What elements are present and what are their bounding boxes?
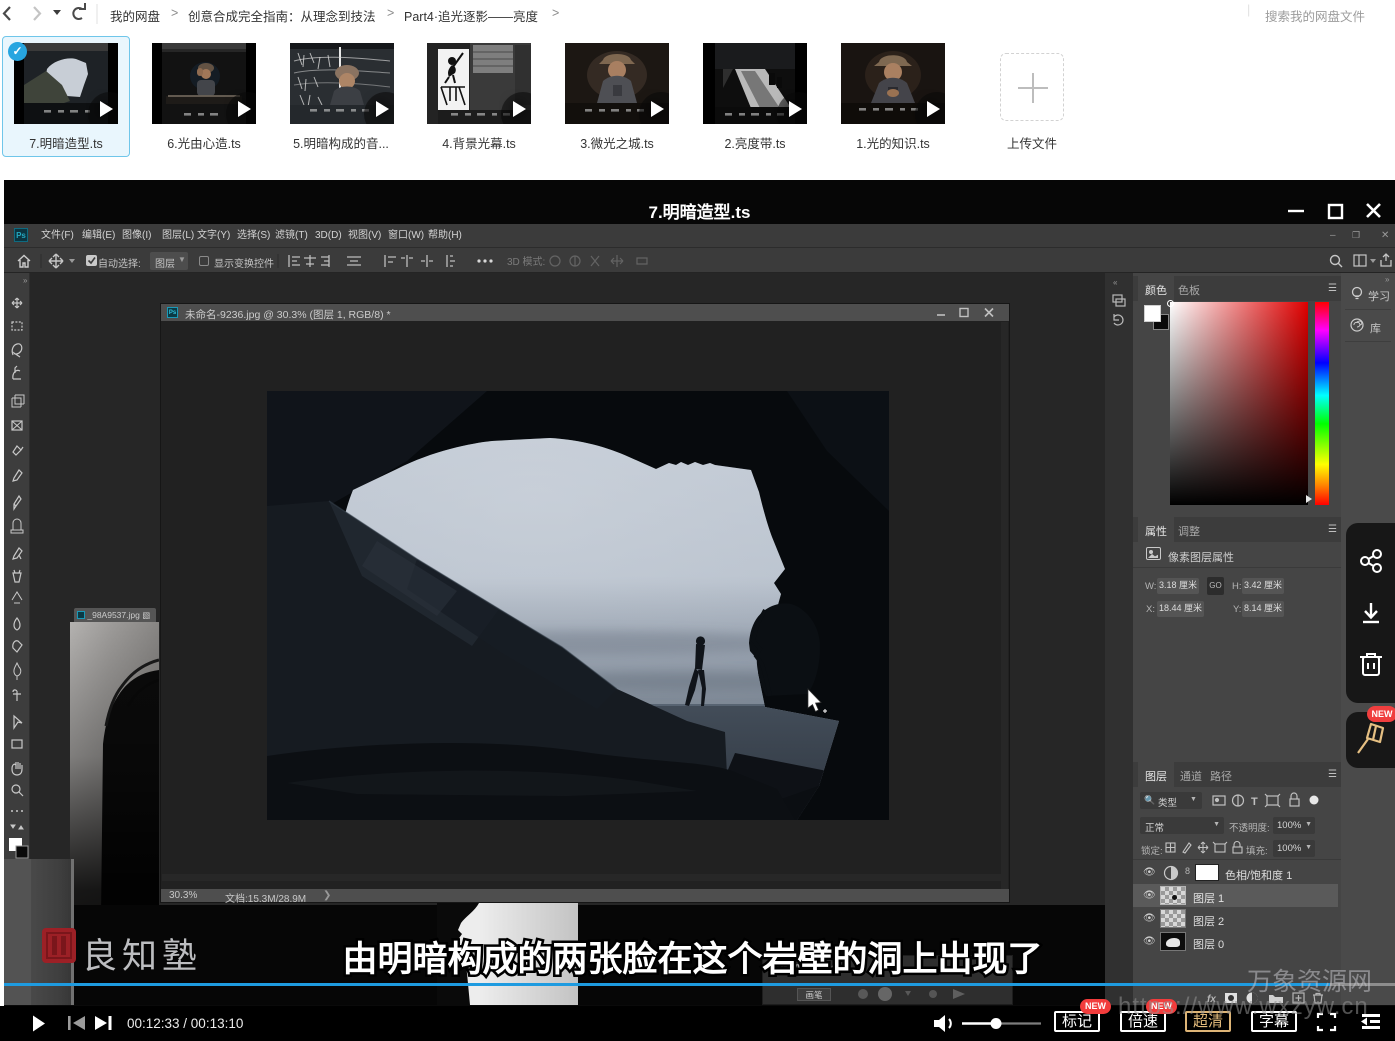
svg-text:«: « [1113, 278, 1118, 287]
svg-text:»: » [23, 276, 28, 285]
svg-text:3D 模式:: 3D 模式: [507, 255, 545, 268]
svg-text:T: T [1251, 796, 1258, 808]
svg-text:00:12:33 / 00:13:10: 00:12:33 / 00:13:10 [127, 1016, 243, 1031]
